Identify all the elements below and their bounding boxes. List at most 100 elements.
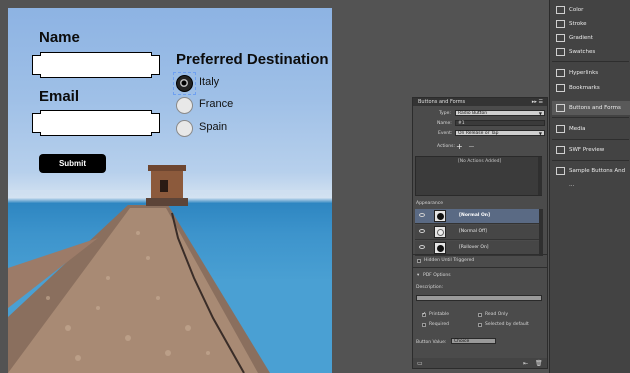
dock-label: Media: [569, 126, 586, 132]
event-label: Event:: [438, 131, 453, 136]
type-value: Radio Button: [458, 111, 488, 116]
media-icon: [556, 125, 565, 133]
actions-list: [No Actions Added]: [415, 156, 542, 196]
button-value-input[interactable]: Choice: [451, 338, 496, 344]
radio-thumbnail: [434, 242, 446, 254]
buttons-forms-panel: Buttons and Forms ▸▸ ☰ Type: Radio Butto…: [412, 97, 548, 369]
dock-item-stroke[interactable]: Stroke: [552, 17, 630, 31]
actions-empty-text: [No Actions Added]: [458, 159, 502, 164]
name-input[interactable]: #1: [455, 120, 545, 126]
dock-item-sample-buttons[interactable]: Sample Buttons And ...: [552, 164, 630, 188]
name-field[interactable]: [33, 53, 159, 77]
appearance-scrollbar[interactable]: [539, 209, 543, 256]
panel-menu-icon[interactable]: ▸▸ ☰: [532, 98, 543, 106]
dock-item-color[interactable]: Color: [552, 3, 630, 17]
divider: [413, 254, 547, 255]
selected-default-checkbox[interactable]: [478, 323, 482, 327]
description-input[interactable]: [416, 295, 542, 301]
dock-item-media[interactable]: Media: [552, 122, 630, 136]
preview-icon[interactable]: ▭: [417, 360, 423, 367]
dock-item-hyperlinks[interactable]: Hyperlinks: [552, 66, 630, 80]
hidden-label: Hidden Until Triggered: [424, 258, 475, 263]
panel-title: Buttons and Forms: [413, 98, 547, 106]
radio-label-spain: Spain: [199, 121, 228, 133]
dock-separator: [552, 139, 629, 140]
dock-item-buttons-forms[interactable]: Buttons and Forms: [552, 101, 630, 115]
appearance-state-label: [Rollover On]: [459, 245, 489, 250]
read-only-checkbox[interactable]: [478, 313, 482, 317]
dock-label: Gradient: [569, 35, 593, 41]
dock-separator: [552, 117, 629, 118]
divider: [413, 267, 547, 268]
add-action-icon[interactable]: +: [456, 142, 463, 151]
event-dropdown[interactable]: On Release or Tap ▼: [455, 130, 545, 136]
actions-scrollbar[interactable]: [538, 157, 542, 195]
radio-label-france: France: [199, 98, 234, 110]
hidden-checkbox[interactable]: [417, 259, 421, 263]
dock-label: Bookmarks: [569, 85, 600, 91]
dock-label: Hyperlinks: [569, 70, 599, 76]
dock-label: Buttons and Forms: [569, 105, 621, 111]
color-icon: [556, 6, 565, 14]
name-label: Name:: [437, 121, 452, 126]
panel-dock: Color Stroke Gradient Swatches Hyperlink…: [549, 0, 630, 373]
radio-label-italy: Italy: [199, 76, 220, 88]
submit-button[interactable]: Submit: [39, 154, 106, 173]
actions-label: Actions:: [437, 144, 455, 149]
radio-thumbnail: [434, 210, 446, 222]
appearance-state-label: [Normal On]: [459, 213, 491, 218]
dock-label: SWF Preview: [569, 147, 605, 153]
sample-buttons-icon: [556, 167, 565, 175]
disclosure-triangle-icon[interactable]: ▾: [417, 273, 419, 278]
description-label: Description:: [416, 285, 444, 290]
panel-bottom-bar: ▭ ⇤ 🗑: [413, 358, 547, 368]
printable-checkbox[interactable]: [422, 311, 426, 317]
dock-separator: [552, 160, 629, 161]
eye-icon[interactable]: [419, 245, 425, 249]
event-value: On Release or Tap: [458, 131, 499, 136]
read-only-label: Read Only: [485, 312, 509, 317]
printable-label: Printable: [429, 312, 449, 317]
pdf-options-label: PDF Options: [423, 273, 451, 278]
swatches-icon: [556, 48, 565, 56]
dock-item-gradient[interactable]: Gradient: [552, 31, 630, 45]
name-label: Name: [39, 29, 80, 46]
button-value-label: Button Value:: [416, 340, 447, 345]
chevron-down-icon: ▼: [538, 111, 542, 116]
gradient-icon: [556, 34, 565, 42]
dock-item-swf-preview[interactable]: SWF Preview: [552, 143, 630, 157]
dock-item-swatches[interactable]: Swatches: [552, 45, 630, 59]
eye-icon[interactable]: [419, 213, 425, 217]
dock-separator: [552, 61, 629, 62]
required-checkbox[interactable]: [422, 323, 426, 327]
type-dropdown[interactable]: Radio Button ▼: [455, 110, 545, 116]
radio-italy[interactable]: [176, 75, 193, 92]
radio-france[interactable]: [176, 97, 193, 114]
hyperlinks-icon: [556, 69, 565, 77]
required-label: Required: [429, 322, 450, 327]
appearance-label: Appearance: [416, 201, 444, 206]
destination-label: Preferred Destination: [176, 51, 329, 68]
convert-object-icon[interactable]: ⇤: [523, 360, 528, 367]
dock-item-bookmarks[interactable]: Bookmarks: [552, 81, 630, 95]
radio-thumbnail: [434, 226, 446, 238]
type-label: Type:: [439, 111, 451, 116]
remove-action-icon[interactable]: −: [468, 142, 475, 151]
appearance-row-normal-on[interactable]: [Normal On]: [415, 209, 542, 224]
dock-label: Sample Buttons And ...: [569, 168, 626, 188]
buttons-forms-icon: [556, 104, 565, 112]
radio-spain[interactable]: [176, 120, 193, 137]
appearance-row-normal-off[interactable]: [Normal Off]: [415, 225, 542, 240]
trash-icon[interactable]: 🗑: [535, 360, 543, 367]
email-label: Email: [39, 88, 80, 105]
bookmarks-icon: [556, 84, 565, 92]
dock-label: Stroke: [569, 21, 587, 27]
email-field[interactable]: [33, 111, 159, 135]
chevron-down-icon: ▼: [538, 131, 542, 136]
selected-default-label: Selected by default: [485, 322, 529, 327]
stroke-icon: [556, 20, 565, 28]
document-page: Name Email Submit Preferred Destination …: [8, 8, 332, 373]
eye-icon[interactable]: [419, 229, 425, 233]
appearance-state-label: [Normal Off]: [459, 229, 487, 234]
swf-preview-icon: [556, 146, 565, 154]
